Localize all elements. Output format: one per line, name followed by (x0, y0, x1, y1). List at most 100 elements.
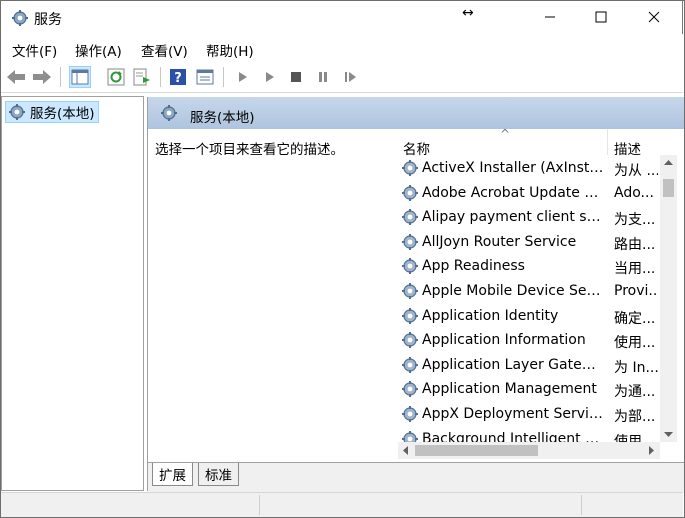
service-description: 确定... (614, 310, 656, 327)
service-gear-icon (402, 332, 418, 349)
service-row[interactable]: App Readiness 当用... (398, 254, 658, 278)
stop-service-icon (291, 72, 301, 82)
column-header-row: ^ 名称 描述 (398, 129, 658, 158)
service-row[interactable]: Adobe Acrobat Update Ser... Ado... (398, 181, 658, 205)
refresh-icon (107, 68, 125, 86)
service-name: Application Identity (422, 307, 559, 324)
show-hide-tree-icon (71, 69, 89, 85)
horizontal-scrollbar[interactable] (398, 442, 660, 459)
service-description: 路由... (614, 236, 656, 253)
service-name: Apple Mobile Device Servi... (422, 283, 605, 299)
resume-service-icon (345, 72, 356, 82)
scroll-down-icon[interactable] (664, 431, 673, 438)
services-app-icon (12, 10, 28, 26)
vertical-scroll-thumb[interactable] (663, 179, 674, 197)
tree-item-services-local[interactable]: 服务(本地) (5, 101, 99, 123)
service-gear-icon (402, 307, 418, 324)
tab-standard[interactable]: 标准 (198, 463, 239, 486)
resume-service-button[interactable] (339, 66, 361, 88)
menu-view[interactable]: 查看(V) (141, 40, 188, 60)
pause-service-icon (319, 72, 327, 82)
menu-help[interactable]: 帮助(H) (206, 40, 254, 60)
resize-icon: ↔ (462, 5, 474, 21)
help-icon: ? (170, 69, 186, 86)
service-gear-icon (402, 283, 418, 299)
service-row[interactable]: Apple Mobile Device Servi... Provi... (398, 279, 658, 303)
start-service-button[interactable] (232, 66, 254, 88)
vertical-scrollbar[interactable] (660, 155, 677, 442)
service-description: 当用... (614, 261, 656, 278)
toolbar-separator (223, 67, 224, 87)
service-gear-icon (402, 233, 418, 250)
service-name: Application Management (422, 381, 597, 398)
start-service-alt-icon (266, 72, 274, 82)
service-gear-icon (402, 258, 418, 275)
pane-header: 服务(本地) (148, 97, 684, 129)
minimize-button[interactable] (527, 1, 573, 33)
start-service-icon (239, 72, 247, 82)
refresh-button[interactable] (105, 66, 127, 88)
scroll-up-icon[interactable] (664, 159, 673, 166)
back-icon (7, 70, 25, 84)
status-divider (581, 495, 582, 515)
export-list-button[interactable] (131, 66, 153, 88)
scroll-right-icon[interactable] (648, 446, 655, 455)
help-button[interactable]: ? (167, 66, 189, 88)
description-hint: 选择一个项目来查看它的描述。 (155, 142, 344, 158)
service-name: Application Information (422, 332, 586, 349)
console-tree: 服务(本地) (1, 96, 144, 491)
properties-view-button[interactable] (194, 66, 216, 88)
properties-view-icon (196, 69, 214, 85)
maximize-button[interactable] (578, 1, 624, 33)
service-gear-icon (402, 184, 418, 201)
tab-extended[interactable]: 扩展 (152, 463, 193, 486)
service-description: Provi... (614, 283, 658, 299)
service-gear-icon (402, 406, 418, 422)
horizontal-scroll-thumb[interactable] (415, 445, 538, 456)
service-name: App Readiness (422, 258, 525, 275)
service-row[interactable]: AllJoyn Router Service 路由... (398, 230, 658, 254)
services-gear-icon (9, 104, 25, 120)
minimize-icon (545, 16, 555, 18)
forward-icon (33, 70, 51, 84)
export-list-icon (133, 68, 150, 86)
service-name: Alipay payment client secu... (422, 209, 605, 226)
service-row[interactable]: Alipay payment client secu... 为支... (398, 205, 658, 229)
description-pane: 选择一个项目来查看它的描述。 (148, 129, 394, 462)
service-row[interactable]: Application Management 为通... (398, 377, 658, 401)
service-row[interactable]: Application Layer Gateway ... 为 In... (398, 353, 658, 377)
service-row[interactable]: ActiveX Installer (AxInstSV) 为从 ... (398, 156, 658, 180)
pane-title: 服务(本地) (190, 110, 255, 126)
close-button[interactable] (631, 1, 677, 33)
show-hide-tree-button[interactable] (69, 66, 91, 88)
service-name: AppX Deployment Service ... (422, 406, 605, 422)
forward-button[interactable] (31, 66, 53, 88)
back-button[interactable] (5, 66, 27, 88)
scroll-left-icon[interactable] (402, 446, 409, 455)
menu-file[interactable]: 文件(F) (12, 40, 57, 60)
tree-item-label: 服务(本地) (30, 106, 95, 122)
toolbar: ? (1, 62, 683, 93)
stop-service-button[interactable] (285, 66, 307, 88)
service-name: ActiveX Installer (AxInstSV) (422, 160, 605, 176)
service-row[interactable]: Application Identity 确定... (398, 304, 658, 328)
service-gear-icon (402, 356, 418, 373)
close-icon (648, 11, 660, 23)
view-tabs: 扩展 标准 (148, 462, 684, 492)
column-header-description[interactable]: 描述 (614, 138, 641, 158)
status-bar (1, 492, 683, 518)
start-service-alt-button[interactable] (259, 66, 281, 88)
service-description: 为支... (614, 212, 656, 229)
service-row[interactable]: Application Information 使用... (398, 328, 658, 352)
service-gear-icon (402, 209, 418, 226)
column-header-name[interactable]: 名称 (403, 138, 430, 158)
menu-action[interactable]: 操作(A) (75, 40, 122, 60)
status-divider (259, 495, 260, 515)
pause-service-button[interactable] (312, 66, 334, 88)
service-row[interactable]: AppX Deployment Service ... 为部... (398, 402, 658, 426)
service-description: Ado... (614, 184, 654, 201)
service-description: 为通... (614, 384, 656, 401)
column-divider[interactable] (607, 129, 608, 155)
services-list: ^ 名称 描述 ActiveX Installer (AxInstSV) 为从 .… (398, 129, 684, 462)
service-name: AllJoyn Router Service (422, 233, 577, 250)
